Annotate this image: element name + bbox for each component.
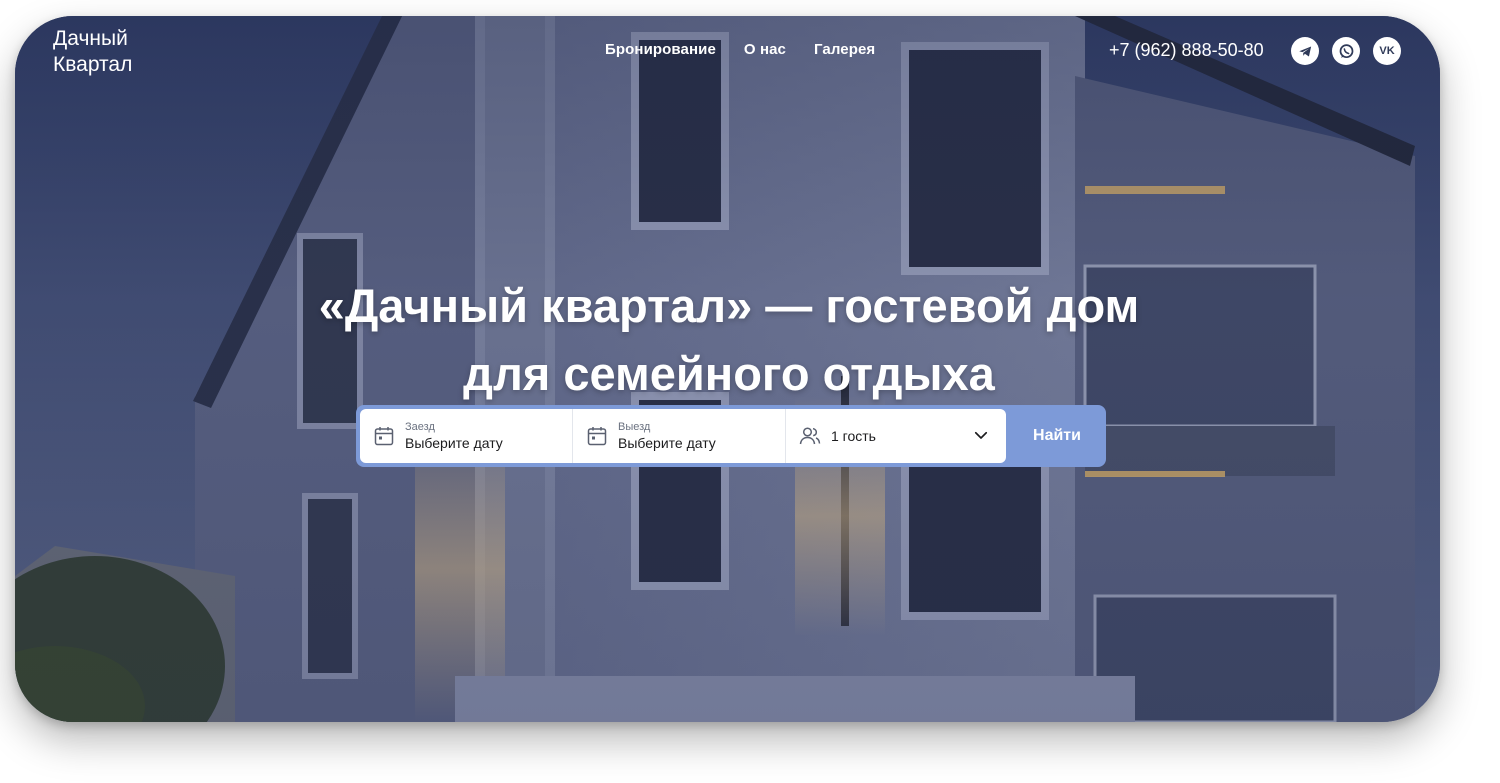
- chevron-down-icon[interactable]: [972, 426, 990, 444]
- telegram-icon[interactable]: [1291, 37, 1319, 65]
- booking-form: Заезд Выберите дату Выезд Выберите дату: [356, 405, 1106, 467]
- guests-select[interactable]: 1 гость: [786, 409, 1006, 463]
- nav-link-booking[interactable]: Бронирование: [605, 41, 716, 58]
- brand-logo[interactable]: Дачный Квартал: [53, 26, 132, 78]
- calendar-icon: [587, 427, 607, 446]
- checkout-date-field[interactable]: Выезд Выберите дату: [573, 409, 786, 463]
- checkout-value: Выберите дату: [618, 435, 716, 451]
- nav-link-about[interactable]: О нас: [744, 41, 786, 58]
- hero-title: «Дачный квартал» — гостевой дом для семе…: [318, 279, 1140, 400]
- booking-fields: Заезд Выберите дату Выезд Выберите дату: [360, 409, 1006, 463]
- search-button[interactable]: Найти: [1008, 405, 1106, 467]
- users-icon: [799, 427, 821, 445]
- checkin-value: Выберите дату: [405, 435, 503, 451]
- checkin-label: Заезд: [405, 421, 435, 433]
- checkout-label: Выезд: [618, 421, 651, 433]
- checkin-date-field[interactable]: Заезд Выберите дату: [360, 409, 573, 463]
- guests-value: 1 гость: [831, 428, 876, 444]
- brand-logo-line2: Квартал: [53, 53, 133, 76]
- main-nav: Бронирование О нас Галерея: [605, 41, 875, 58]
- vk-icon[interactable]: VK: [1373, 37, 1401, 65]
- nav-link-gallery[interactable]: Галерея: [814, 41, 875, 58]
- hero-frame: Дачный Квартал Бронирование О нас Галере…: [15, 16, 1440, 722]
- calendar-icon: [374, 427, 394, 446]
- vk-icon-text: VK: [1379, 45, 1395, 57]
- brand-logo-line1: Дачный: [53, 27, 128, 50]
- social-links: VK: [1291, 37, 1401, 65]
- phone-number[interactable]: +7 (962) 888-50-80: [1109, 40, 1264, 61]
- whatsapp-icon[interactable]: [1332, 37, 1360, 65]
